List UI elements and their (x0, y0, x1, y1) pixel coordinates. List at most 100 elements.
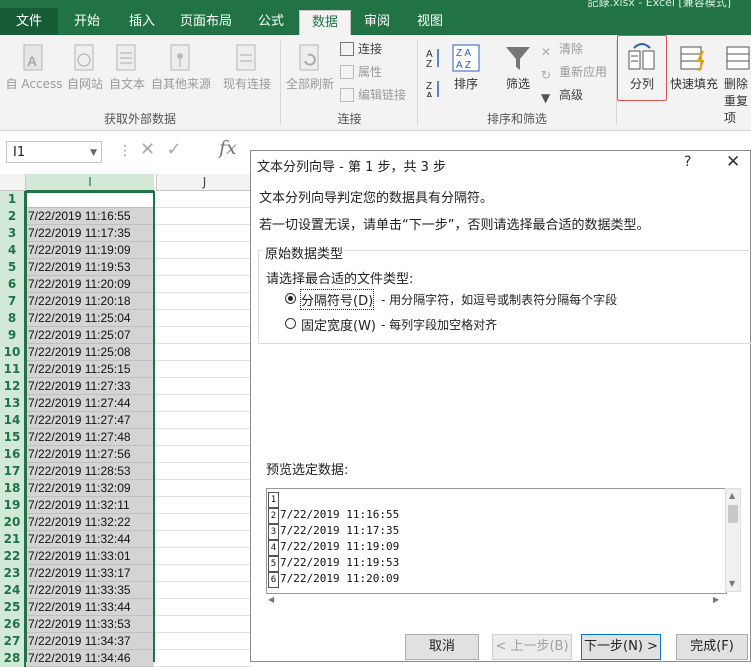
scroll-left-icon[interactable]: ◀ (268, 595, 274, 604)
row-header[interactable]: 13 (0, 395, 26, 412)
delimited-label[interactable]: 分隔符号(D) (299, 289, 375, 310)
row-header[interactable]: 11 (0, 361, 26, 378)
tab-view[interactable]: 视图 (404, 8, 456, 35)
row-header[interactable]: 23 (0, 565, 26, 582)
flash-fill-button[interactable]: 快速填充 (668, 41, 720, 92)
tab-data[interactable]: 数据 (299, 10, 351, 37)
table-cell[interactable]: 7/22/2019 11:32:09 (26, 480, 154, 497)
help-button[interactable]: ? (684, 154, 691, 170)
from-access-button[interactable]: A 自 Access (4, 43, 64, 92)
row-header[interactable]: 9 (0, 327, 26, 344)
row-header[interactable]: 21 (0, 531, 26, 548)
row-header[interactable]: 10 (0, 344, 26, 361)
row-header[interactable]: 15 (0, 429, 26, 446)
column-j-cells[interactable] (156, 191, 251, 662)
table-cell[interactable]: 7/22/2019 11:33:44 (26, 599, 154, 616)
cancel-button[interactable]: 取消 (405, 634, 479, 660)
table-cell[interactable]: 7/22/2019 11:25:15 (26, 361, 154, 378)
properties-button[interactable]: 属性 (340, 62, 382, 82)
chevron-down-icon[interactable]: ▼ (90, 142, 97, 164)
tab-page-layout[interactable]: 页面布局 (170, 8, 242, 35)
table-cell[interactable]: 7/22/2019 11:27:56 (26, 446, 154, 463)
row-header[interactable]: 7 (0, 293, 26, 310)
table-cell[interactable]: 7/22/2019 11:19:09 (26, 242, 154, 259)
row-header[interactable]: 8 (0, 310, 26, 327)
table-cell[interactable]: 7/22/2019 11:25:08 (26, 344, 154, 361)
row-header[interactable]: 6 (0, 276, 26, 293)
table-cell[interactable]: 7/22/2019 11:27:48 (26, 429, 154, 446)
row-header[interactable]: 24 (0, 582, 26, 599)
insert-function-button[interactable]: fx (219, 137, 237, 159)
close-icon[interactable]: ✕ (726, 152, 740, 172)
cancel-x-icon[interactable]: ✕ (140, 139, 155, 160)
table-cell[interactable]: 7/22/2019 11:25:04 (26, 310, 154, 327)
table-cell[interactable]: 7/22/2019 11:25:07 (26, 327, 154, 344)
scroll-thumb[interactable] (728, 505, 738, 523)
row-header[interactable]: 4 (0, 242, 26, 259)
fixed-width-radio[interactable] (285, 318, 296, 329)
sort-az-icon[interactable]: A Z Z A (424, 45, 444, 97)
fixed-width-label[interactable]: 固定宽度(W) (301, 315, 376, 334)
row-header[interactable]: 18 (0, 480, 26, 497)
edit-links-button[interactable]: 编辑链接 (340, 85, 406, 105)
tab-file[interactable]: 文件 (0, 8, 58, 35)
scroll-up-icon[interactable]: ▲ (729, 491, 735, 500)
sort-button[interactable]: Z AA Z 排序 (448, 43, 484, 92)
table-cell[interactable]: 7/22/2019 11:34:37 (26, 633, 154, 650)
row-header[interactable]: 27 (0, 633, 26, 650)
column-header-j[interactable]: J (156, 174, 252, 191)
tab-review[interactable]: 审阅 (352, 8, 402, 35)
finish-button[interactable]: 完成(F) (676, 634, 748, 660)
back-button[interactable]: < 上一步(B) (492, 634, 572, 660)
row-header[interactable]: 17 (0, 463, 26, 480)
next-button[interactable]: 下一步(N) > (581, 634, 661, 660)
row-header[interactable]: 19 (0, 497, 26, 514)
table-cell[interactable]: 7/22/2019 11:28:53 (26, 463, 154, 480)
existing-connections-button[interactable]: 现有连接 (218, 43, 276, 92)
table-cell[interactable]: 7/22/2019 11:33:35 (26, 582, 154, 599)
formula-bar-resize-handle[interactable]: ⋮ (118, 143, 132, 159)
tab-home[interactable]: 开始 (60, 8, 114, 35)
row-header[interactable]: 26 (0, 616, 26, 633)
filter-button[interactable]: 筛选 (498, 43, 538, 92)
name-box[interactable]: I1 ▼ (6, 141, 102, 163)
row-header[interactable]: 20 (0, 514, 26, 531)
select-all-corner[interactable] (0, 174, 26, 191)
row-header[interactable]: 22 (0, 548, 26, 565)
from-text-button[interactable]: 自文本 (106, 43, 148, 92)
row-header[interactable]: 1 (0, 191, 26, 208)
table-cell[interactable]: 7/22/2019 11:27:33 (26, 378, 154, 395)
row-header[interactable]: 25 (0, 599, 26, 616)
table-cell[interactable]: 7/22/2019 11:27:44 (26, 395, 154, 412)
table-cell[interactable]: 7/22/2019 11:20:18 (26, 293, 154, 310)
from-web-button[interactable]: 自网站 (64, 43, 106, 92)
from-other-sources-button[interactable]: 自其他来源 (148, 43, 214, 92)
tab-insert[interactable]: 插入 (116, 8, 168, 35)
column-header-i[interactable]: I (26, 174, 154, 192)
refresh-all-button[interactable]: 全部刷新 (283, 43, 337, 92)
table-cell[interactable]: 7/22/2019 11:32:44 (26, 531, 154, 548)
table-cell[interactable]: 7/22/2019 11:33:53 (26, 616, 154, 633)
row-header[interactable]: 16 (0, 446, 26, 463)
table-cell[interactable]: 7/22/2019 11:32:11 (26, 497, 154, 514)
row-header[interactable]: 5 (0, 259, 26, 276)
tab-formulas[interactable]: 公式 (244, 8, 298, 35)
delimited-radio[interactable] (285, 293, 296, 304)
table-cell[interactable]: 7/22/2019 11:20:09 (26, 276, 154, 293)
advanced-button[interactable]: ▼ 高级 (541, 85, 583, 105)
scroll-down-icon[interactable]: ▼ (729, 579, 735, 588)
scroll-right-icon[interactable]: ▶ (713, 595, 719, 604)
table-cell[interactable]: 7/22/2019 11:32:22 (26, 514, 154, 531)
table-cell[interactable]: 7/22/2019 11:34:46 (26, 650, 154, 667)
preview-vertical-scrollbar[interactable]: ▲ ▼ (725, 488, 741, 592)
row-header[interactable]: 14 (0, 412, 26, 429)
table-cell[interactable]: 7/22/2019 11:19:53 (26, 259, 154, 276)
remove-duplicates-button[interactable]: 删除 重复项 (724, 41, 751, 126)
reapply-button[interactable]: ↻ 重新应用 (541, 62, 607, 82)
table-cell[interactable]: 7/22/2019 11:27:47 (26, 412, 154, 429)
row-header[interactable]: 28 (0, 650, 26, 667)
row-header[interactable]: 12 (0, 378, 26, 395)
connections-button[interactable]: 连接 (340, 39, 382, 59)
data-preview-box[interactable]: 1 2 7/22/2019 11:16:55 3 7/22/2019 11:17:35 4… (266, 488, 727, 594)
table-cell[interactable]: 7/22/2019 11:33:17 (26, 565, 154, 582)
